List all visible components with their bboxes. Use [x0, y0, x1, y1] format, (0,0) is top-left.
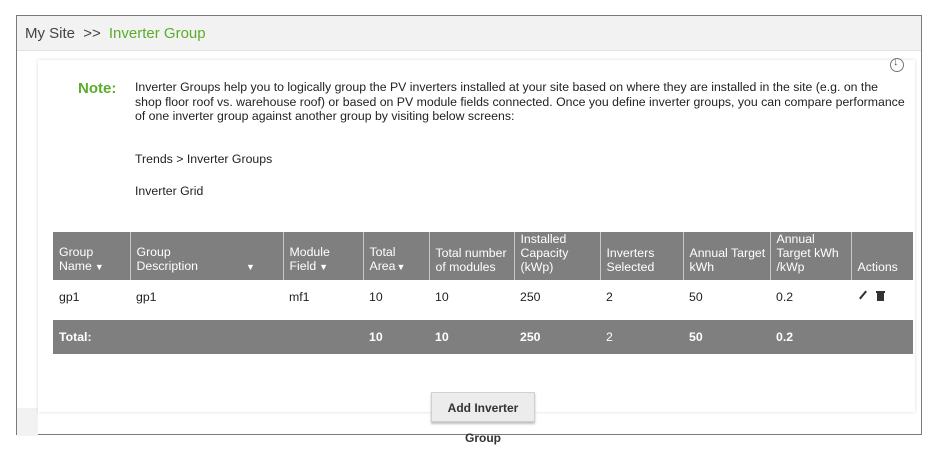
cell-module-field: mf1 [283, 280, 363, 320]
total-label: Total: [53, 317, 363, 354]
breadcrumb-root[interactable]: My Site [25, 25, 75, 42]
cell-total-area: 10 [363, 280, 429, 320]
trash-icon[interactable] [875, 290, 887, 302]
sort-arrow-icon[interactable]: ▼ [396, 262, 405, 272]
total-actions [851, 317, 913, 354]
inverter-group-table: Group Name ▼ Group Description ▼ Module Fi… [53, 232, 913, 354]
table-total-row: Total: 10 10 250 2 50 0.2 [53, 317, 913, 354]
note-link-trends[interactable]: Trends > Inverter Groups [135, 152, 272, 166]
page-header: My Site >> Inverter Group [17, 16, 921, 51]
page-frame: My Site >> Inverter Group Note: Inverter… [16, 15, 922, 445]
cell-modules: 10 [429, 280, 514, 320]
cell-description: gp1 [130, 280, 283, 320]
col-total-area[interactable]: Total Area▼ [363, 232, 430, 280]
pencil-icon[interactable] [857, 290, 869, 302]
cell-capacity: 250 [514, 280, 600, 320]
col-inverters-selected[interactable]: Inverters Selected [600, 232, 684, 280]
cell-annual-kwh-kwp: 0.2 [770, 280, 851, 320]
total-annual-kwh: 50 [683, 317, 770, 354]
note-text: Inverter Groups help you to logically gr… [135, 80, 905, 123]
col-group-description[interactable]: Group Description ▼ [130, 232, 284, 280]
breadcrumb-current: Inverter Group [108, 25, 206, 42]
cell-actions [851, 280, 913, 320]
note-label: Note: [78, 80, 117, 97]
col-annual-target-kwh[interactable]: Annual Target kWh [683, 232, 771, 280]
cell-group-name: gp1 [53, 280, 130, 320]
cell-inverters: 2 [600, 280, 683, 320]
col-annual-target-kwh-kwp[interactable]: Annual Target kWh /kWp [770, 232, 852, 280]
breadcrumb: My Site >> Inverter Group [25, 25, 206, 42]
total-capacity: 250 [514, 317, 600, 354]
col-group-name[interactable]: Group Name ▼ [53, 232, 131, 280]
total-annual-kwh-kwp: 0.2 [770, 317, 851, 354]
cell-annual-kwh: 50 [683, 280, 770, 320]
table-header-row: Group Name ▼ Group Description ▼ Module Fi… [53, 232, 913, 280]
col-actions: Actions [851, 232, 913, 280]
main-panel: Note: Inverter Groups help you to logica… [38, 56, 915, 445]
table-row: gp1 gp1 mf1 10 10 250 2 50 0.2 [53, 280, 913, 320]
col-total-modules[interactable]: Total number of modules [429, 232, 515, 280]
add-inverter-group-button[interactable]: Add Inverter Group [431, 392, 535, 445]
total-inverters: 2 [600, 317, 683, 354]
col-installed-capacity[interactable]: Installed Capacity (kWp) [514, 232, 601, 280]
total-area: 10 [363, 317, 429, 354]
breadcrumb-separator: >> [83, 25, 101, 42]
sort-arrow-icon[interactable]: ▼ [246, 262, 255, 272]
sort-arrow-icon[interactable]: ▼ [319, 262, 328, 272]
note-link-inverter-grid[interactable]: Inverter Grid [135, 184, 203, 198]
download-icon[interactable] [890, 56, 904, 72]
sort-arrow-icon[interactable]: ▼ [95, 262, 104, 272]
total-modules: 10 [429, 317, 514, 354]
col-module-field[interactable]: Module Field ▼ [283, 232, 364, 280]
left-gutter [17, 408, 38, 436]
